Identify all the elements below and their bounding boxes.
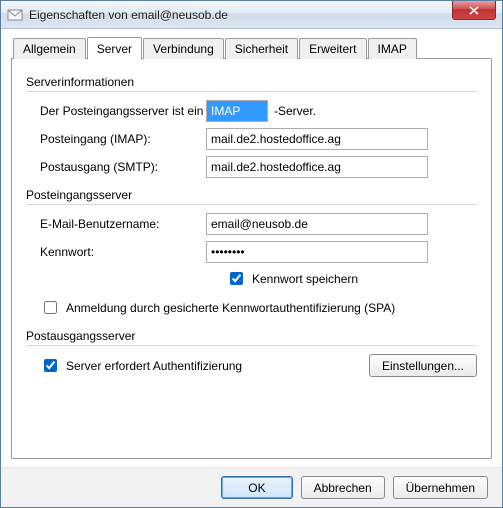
settings-button[interactable]: Einstellungen...	[369, 354, 477, 377]
divider	[26, 345, 477, 346]
username-label: E-Mail-Benutzername:	[26, 217, 206, 231]
properties-dialog: Eigenschaften von email@neusob.de Allgem…	[0, 0, 503, 508]
tab-panel-server: Serverinformationen Der Posteingangsserv…	[11, 58, 492, 459]
password-label: Kennwort:	[26, 245, 206, 259]
tab-connection[interactable]: Verbindung	[143, 38, 224, 59]
dialog-footer: OK Abbrechen Übernehmen	[1, 467, 502, 507]
outgoing-server-label: Postausgang (SMTP):	[26, 160, 206, 174]
cancel-button[interactable]: Abbrechen	[301, 476, 385, 499]
remember-password-label[interactable]: Kennwort speichern	[252, 272, 358, 286]
tab-strip: Allgemein Server Verbindung Sicherheit E…	[11, 37, 492, 59]
group-outgoing: Postausgangsserver	[26, 329, 477, 343]
incoming-type-label: Der Posteingangsserver ist ein	[26, 104, 206, 118]
titlebar[interactable]: Eigenschaften von email@neusob.de	[1, 1, 502, 29]
tab-server[interactable]: Server	[87, 37, 142, 60]
smtp-auth-label[interactable]: Server erfordert Authentifizierung	[66, 359, 242, 373]
incoming-server-field[interactable]	[206, 128, 428, 150]
divider	[26, 204, 477, 205]
divider	[26, 91, 477, 92]
password-field[interactable]	[206, 241, 428, 263]
incoming-type-suffix: -Server.	[274, 104, 316, 118]
window-title: Eigenschaften von email@neusob.de	[29, 8, 500, 22]
tab-imap[interactable]: IMAP	[368, 38, 417, 59]
smtp-auth-checkbox[interactable]	[44, 359, 57, 372]
tab-general[interactable]: Allgemein	[13, 38, 86, 59]
incoming-server-label: Posteingang (IMAP):	[26, 132, 206, 146]
ok-button[interactable]: OK	[221, 476, 292, 499]
spa-checkbox[interactable]	[44, 301, 57, 314]
group-server-info: Serverinformationen	[26, 75, 477, 89]
incoming-type-field[interactable]	[206, 100, 268, 122]
tab-security[interactable]: Sicherheit	[225, 38, 298, 59]
client-area: Allgemein Server Verbindung Sicherheit E…	[1, 29, 502, 467]
group-incoming: Posteingangsserver	[26, 188, 477, 202]
tab-advanced[interactable]: Erweitert	[299, 38, 366, 59]
window-icon	[7, 7, 23, 23]
apply-button[interactable]: Übernehmen	[393, 476, 488, 499]
outgoing-server-field[interactable]	[206, 156, 428, 178]
close-button[interactable]	[452, 1, 496, 20]
spa-label[interactable]: Anmeldung durch gesicherte Kennwortauthe…	[66, 301, 395, 315]
remember-password-checkbox[interactable]	[230, 272, 243, 285]
username-field[interactable]	[206, 213, 428, 235]
